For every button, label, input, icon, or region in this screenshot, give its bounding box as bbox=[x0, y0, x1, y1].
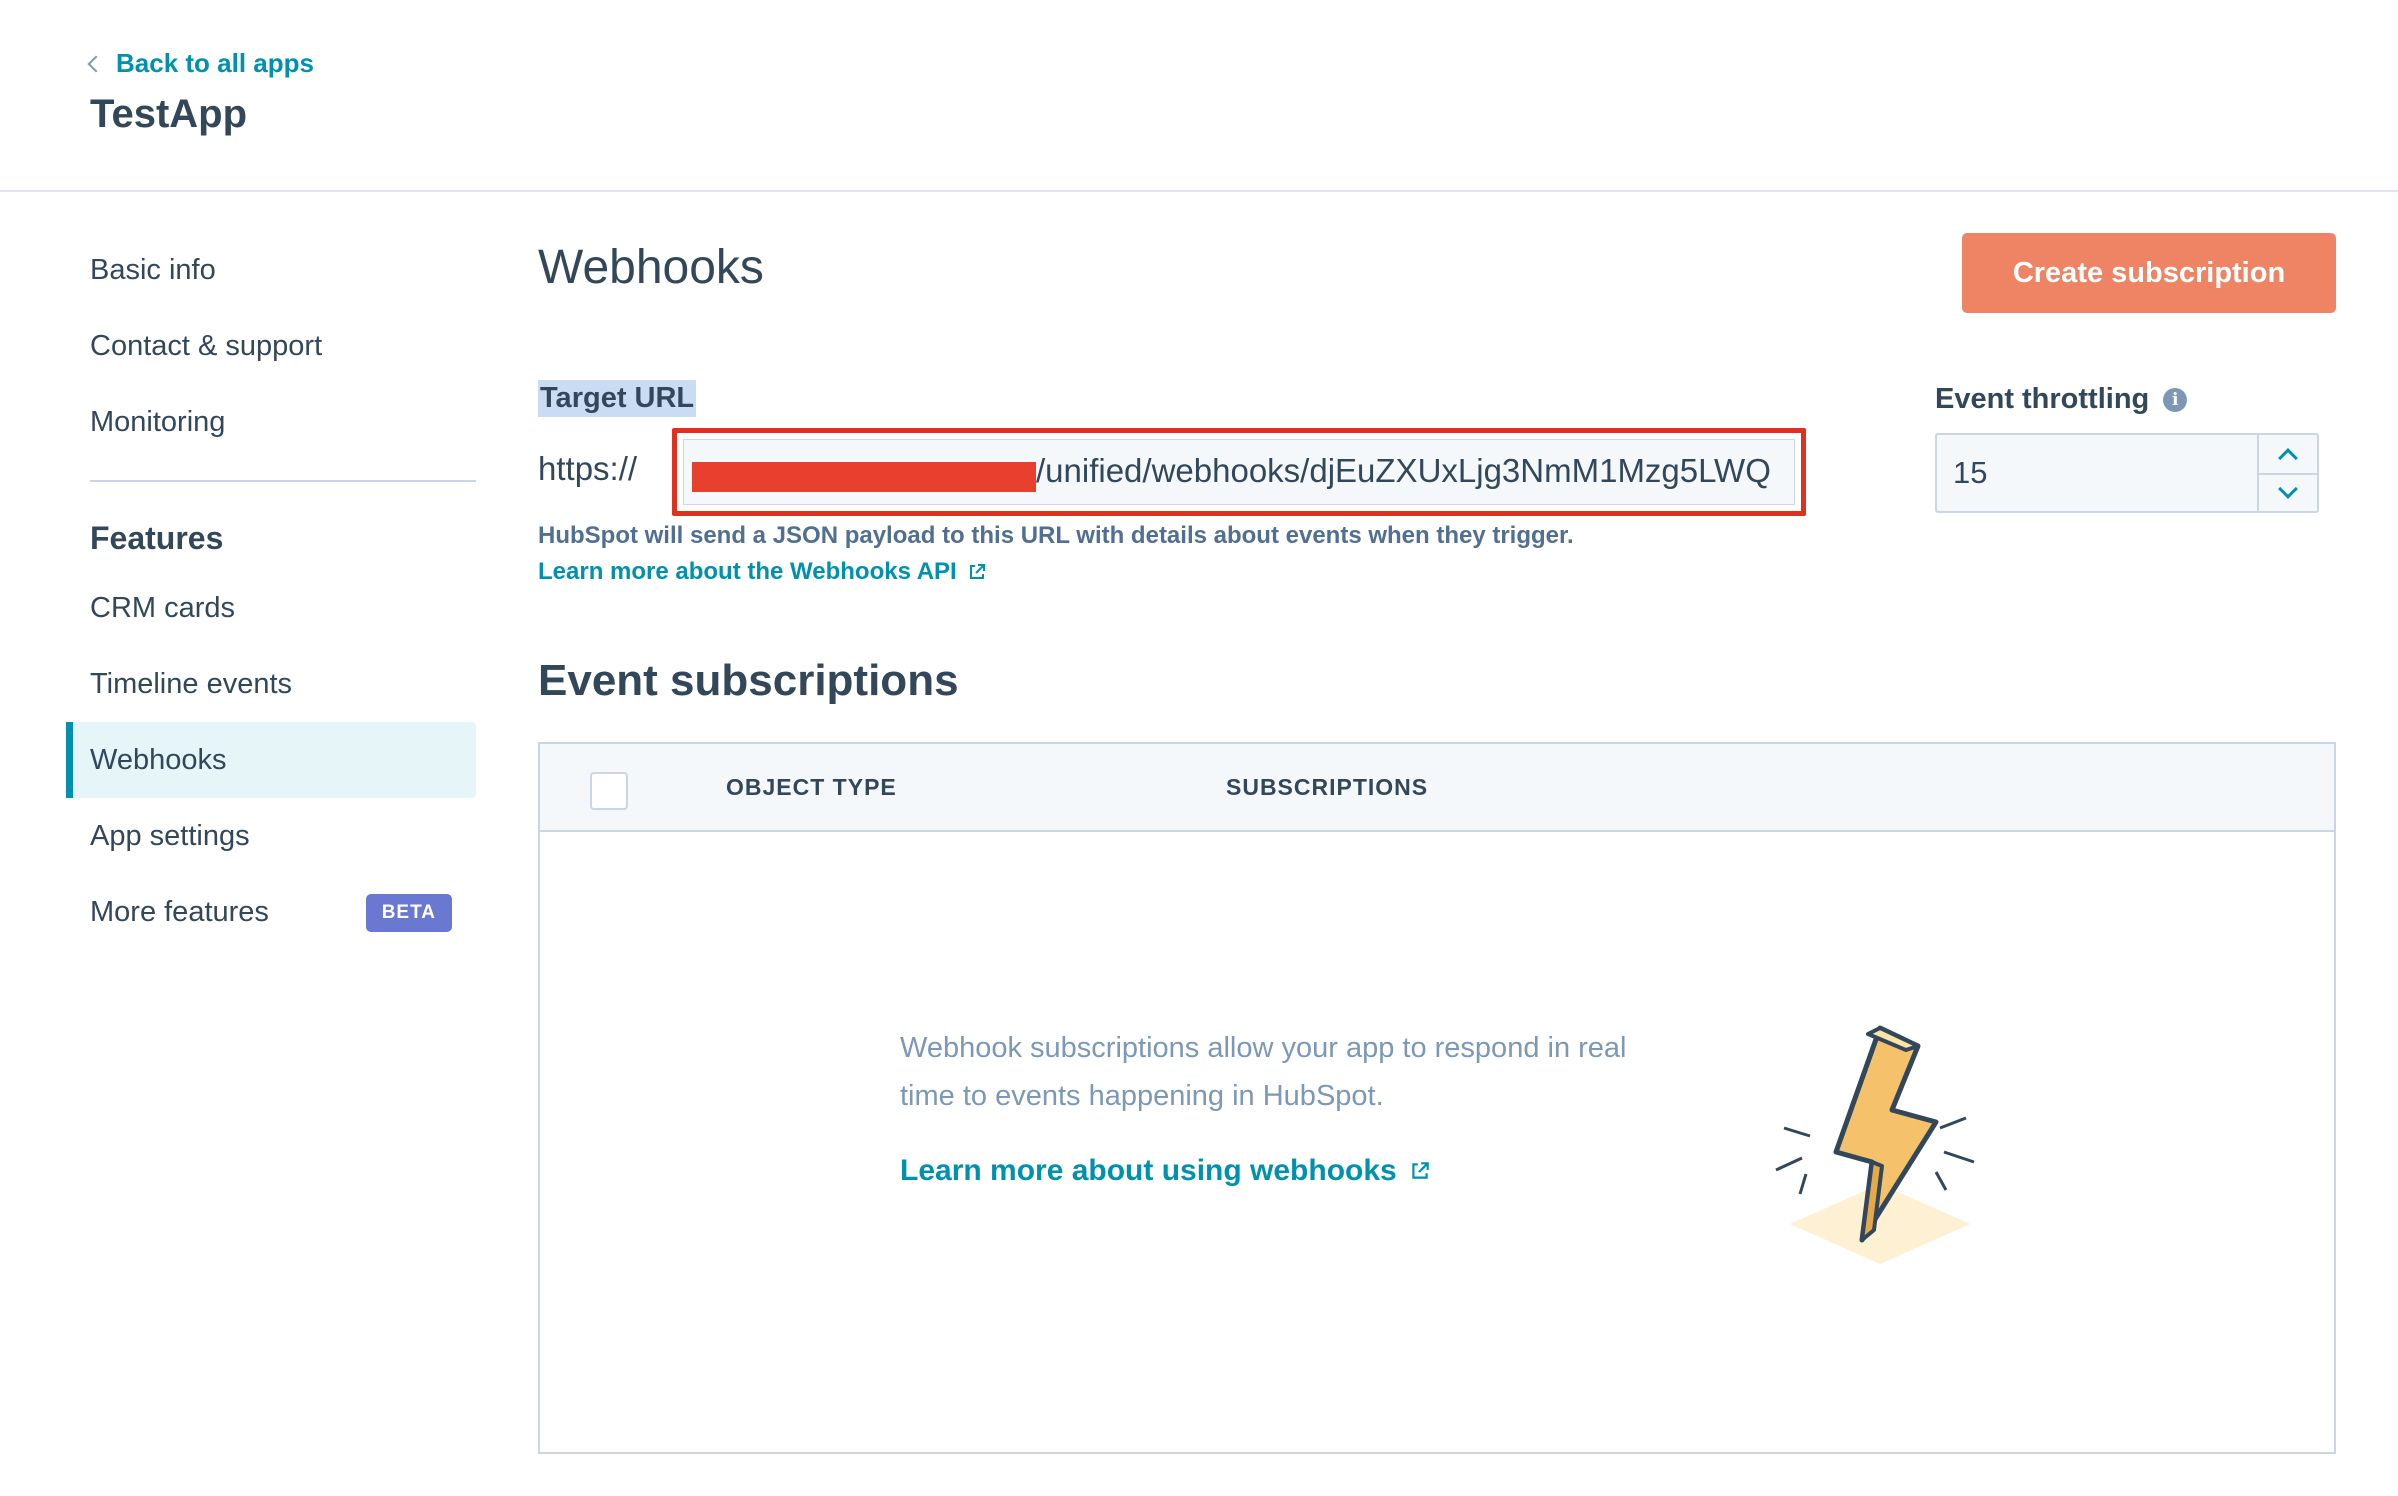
webhooks-api-link-label: Learn more about the Webhooks API bbox=[538, 558, 957, 585]
target-url-value: /unified/webhooks/djEuZXUxLjg3NmM1Mzg5LW… bbox=[1036, 452, 1771, 489]
learn-webhooks-link[interactable]: Learn more about using webhooks bbox=[900, 1154, 1431, 1188]
sidebar-item-label: Contact & support bbox=[90, 329, 323, 362]
sidebar: Basic info Contact & support Monitoring … bbox=[66, 232, 476, 950]
event-throttling-stepper bbox=[1935, 433, 2319, 513]
target-url-input[interactable]: /unified/webhooks/djEuZXUxLjg3NmM1Mzg5LW… bbox=[672, 428, 1806, 516]
event-throttling-label: Event throttling i bbox=[1935, 383, 2188, 416]
column-header-object-type[interactable]: OBJECT TYPE bbox=[726, 774, 897, 801]
column-header-subscriptions[interactable]: SUBSCRIPTIONS bbox=[1226, 774, 1428, 801]
sidebar-features-heading: Features bbox=[90, 519, 224, 556]
info-icon[interactable]: i bbox=[2163, 387, 2188, 412]
event-subscriptions-heading: Event subscriptions bbox=[538, 656, 959, 705]
back-link-label: Back to all apps bbox=[116, 48, 314, 78]
stepper-controls bbox=[2257, 435, 2317, 511]
sidebar-item-crm-cards[interactable]: CRM cards bbox=[66, 570, 476, 646]
sidebar-item-more-features[interactable]: More features BETA bbox=[66, 874, 476, 950]
page-title: Webhooks bbox=[538, 241, 764, 294]
sidebar-item-label: More features bbox=[90, 895, 269, 928]
sidebar-item-label: CRM cards bbox=[90, 591, 236, 624]
event-throttling-input[interactable] bbox=[1937, 435, 2259, 511]
sidebar-item-label: Monitoring bbox=[90, 405, 226, 438]
redaction-bar bbox=[692, 462, 1036, 492]
select-all-checkbox[interactable] bbox=[590, 772, 628, 810]
sidebar-item-contact-support[interactable]: Contact & support bbox=[66, 308, 476, 384]
app-title: TestApp bbox=[90, 92, 248, 136]
beta-badge: BETA bbox=[365, 894, 452, 932]
sidebar-item-label: Timeline events bbox=[90, 667, 293, 700]
lightning-bolt-illustration bbox=[1775, 1025, 1975, 1264]
external-link-icon bbox=[969, 564, 985, 579]
target-url-prefix: https:// bbox=[538, 450, 638, 487]
sidebar-divider bbox=[90, 480, 476, 482]
empty-state-text: Webhook subscriptions allow your app to … bbox=[900, 1032, 1627, 1112]
back-to-apps-link[interactable]: Back to all apps bbox=[87, 48, 314, 79]
event-throttling-label-text: Event throttling bbox=[1935, 383, 2150, 415]
sidebar-item-timeline-events[interactable]: Timeline events bbox=[66, 646, 476, 722]
decrement-button[interactable] bbox=[2259, 473, 2317, 511]
sidebar-item-monitoring[interactable]: Monitoring bbox=[66, 384, 476, 460]
chevron-down-icon bbox=[2278, 479, 2298, 499]
target-url-help-text: HubSpot will send a JSON payload to this… bbox=[538, 522, 1574, 549]
sidebar-item-label: Webhooks bbox=[90, 743, 227, 776]
create-subscription-button[interactable]: Create subscription bbox=[1962, 233, 2336, 313]
table-header: OBJECT TYPE SUBSCRIPTIONS bbox=[540, 744, 2334, 832]
chevron-up-icon bbox=[2278, 448, 2298, 468]
chevron-left-icon bbox=[87, 55, 105, 72]
sidebar-item-basic-info[interactable]: Basic info bbox=[66, 232, 476, 308]
target-url-field-box: /unified/webhooks/djEuZXUxLjg3NmM1Mzg5LW… bbox=[683, 439, 1795, 505]
sidebar-item-webhooks[interactable]: Webhooks bbox=[66, 722, 476, 798]
target-url-label: Target URL bbox=[538, 380, 697, 417]
learn-webhooks-link-label: Learn more about using webhooks bbox=[900, 1154, 1397, 1187]
app-header: Back to all apps TestApp bbox=[0, 0, 2398, 192]
increment-button[interactable] bbox=[2259, 435, 2317, 473]
sidebar-item-label: Basic info bbox=[90, 253, 216, 286]
external-link-icon bbox=[1412, 1162, 1429, 1179]
sidebar-item-label: App settings bbox=[90, 819, 250, 852]
webhooks-api-link[interactable]: Learn more about the Webhooks API bbox=[538, 558, 987, 586]
subscriptions-table: OBJECT TYPE SUBSCRIPTIONS Webhook subscr… bbox=[538, 742, 2336, 1454]
sidebar-item-app-settings[interactable]: App settings bbox=[66, 798, 476, 874]
